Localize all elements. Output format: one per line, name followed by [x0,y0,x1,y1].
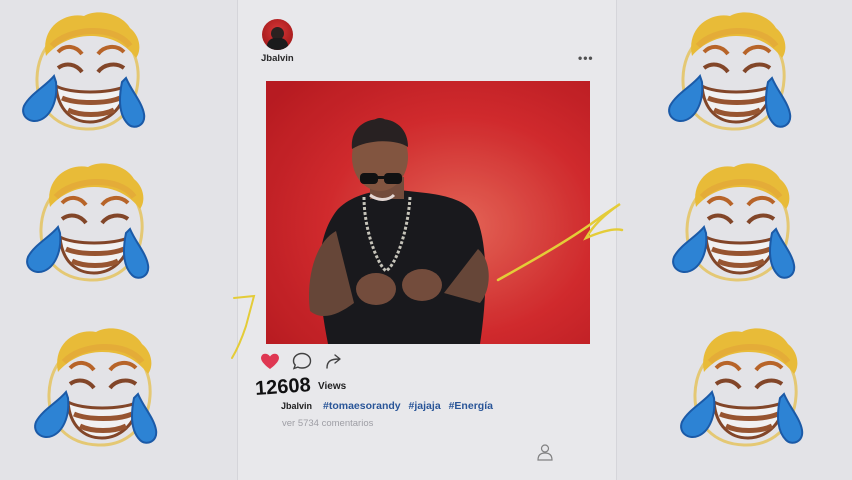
face-with-tears-of-joy-icon [30,322,170,462]
caption-username[interactable]: Jbalvin [281,401,312,411]
hashtag-link[interactable]: #Energía [449,400,493,412]
yellow-scribble-decoration [231,294,256,359]
views-count: 12608 [254,374,312,401]
hashtags: #tomaesorandy #jajaja #Energía [323,400,498,412]
user-profile-icon[interactable] [536,443,554,466]
face-with-tears-of-joy-icon [18,6,158,146]
more-options-icon[interactable]: ••• [578,52,594,64]
avatar[interactable] [262,19,293,50]
views-label: Views [318,381,347,392]
face-with-tears-of-joy-icon [22,157,162,297]
yellow-scribble-decoration [496,202,624,282]
heart-icon[interactable] [260,352,280,375]
hashtag-link[interactable]: #jajaja [409,400,441,412]
comment-bubble-icon[interactable] [292,352,312,375]
hashtag-link[interactable]: #tomaesorandy [323,400,401,412]
face-with-tears-of-joy-icon [668,157,808,297]
share-arrow-icon[interactable] [324,352,344,375]
post-actions [260,352,380,374]
post-username[interactable]: Jbalvin [261,53,294,64]
view-comments-link[interactable]: ver 5734 comentarios [282,418,373,429]
face-with-tears-of-joy-icon [664,6,804,146]
face-with-tears-of-joy-icon [676,322,816,462]
